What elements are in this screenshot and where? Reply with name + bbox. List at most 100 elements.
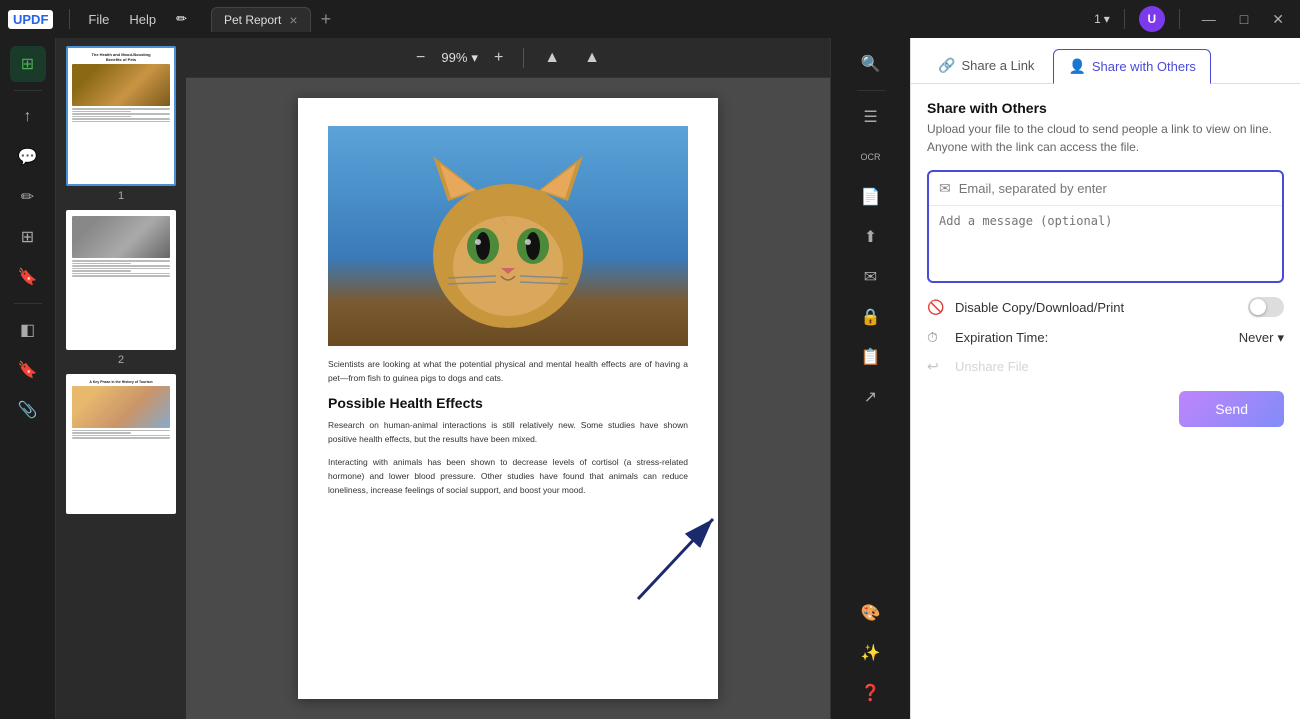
left-sidebar: ⊞ ↑ 💬 ✏ ⊞ 🔖 ◧ 🔖 📎 bbox=[0, 38, 56, 719]
titlebar-divider2 bbox=[1124, 9, 1125, 29]
arrow-overlay bbox=[628, 499, 748, 619]
page-indicator[interactable]: 1 ▾ bbox=[1094, 12, 1110, 26]
right-ocr-icon[interactable]: OCR bbox=[853, 139, 889, 175]
send-button[interactable]: Send bbox=[1179, 391, 1284, 427]
right-convert-icon[interactable]: 📄 bbox=[853, 179, 889, 215]
thumbnail-page-1[interactable]: The Health and Mood-BoostingBenefits of … bbox=[64, 46, 178, 202]
user-avatar[interactable]: U bbox=[1139, 6, 1165, 32]
zoom-display: 99% ▾ bbox=[441, 50, 478, 66]
thumb-label-1: 1 bbox=[118, 190, 124, 202]
share-link-label: Share a Link bbox=[961, 58, 1034, 73]
minimize-btn[interactable]: — bbox=[1194, 9, 1224, 29]
zoom-out-btn[interactable]: − bbox=[408, 45, 433, 71]
disable-toggle[interactable] bbox=[1248, 297, 1284, 317]
titlebar-right: 1 ▾ U — □ ✕ bbox=[1094, 6, 1292, 32]
thumb-img-3: A Key Phase in the History of Tourism bbox=[66, 374, 176, 514]
pdf-content[interactable]: Scientists are looking at what the poten… bbox=[186, 78, 830, 719]
pet-report-tab[interactable]: Pet Report × bbox=[211, 7, 311, 32]
file-menu[interactable]: File bbox=[80, 8, 117, 31]
right-color-icon[interactable]: 🎨 bbox=[853, 595, 889, 631]
sidebar-comment-icon[interactable]: 💬 bbox=[10, 139, 46, 175]
right-help-icon[interactable]: ❓ bbox=[853, 675, 889, 711]
share-link-tab[interactable]: 🔗 Share a Link bbox=[923, 48, 1049, 83]
sidebar-bookmark2-icon[interactable]: 🔖 bbox=[10, 352, 46, 388]
sidebar-edit-icon[interactable]: ✏ bbox=[10, 179, 46, 215]
new-tab-btn[interactable]: + bbox=[315, 7, 338, 32]
pdf-page: Scientists are looking at what the poten… bbox=[298, 98, 718, 699]
thumb-img-2 bbox=[66, 210, 176, 350]
close-btn[interactable]: ✕ bbox=[1264, 9, 1292, 30]
app-logo[interactable]: UPDF bbox=[8, 10, 53, 29]
right-search-icon[interactable]: 🔍 bbox=[853, 46, 889, 82]
thumb-cat-img bbox=[72, 64, 170, 106]
titlebar: UPDF File Help ✏ Pet Report × + 1 ▾ U — … bbox=[0, 0, 1300, 38]
share-description: Upload your file to the cloud to send pe… bbox=[927, 120, 1284, 156]
email-row: ✉ bbox=[929, 172, 1282, 206]
right-security-icon[interactable]: 🔒 bbox=[853, 299, 889, 335]
disable-icon: 🚫 bbox=[927, 299, 947, 316]
message-textarea[interactable] bbox=[929, 206, 1282, 276]
nav-all-btn[interactable]: ▲ bbox=[576, 45, 608, 71]
help-menu[interactable]: Help bbox=[121, 8, 164, 31]
thumb-cats-img bbox=[72, 216, 170, 258]
expiry-label: Expiration Time: bbox=[955, 330, 1231, 345]
sidebar-sep2 bbox=[14, 303, 42, 304]
right-sidebar: 🔍 ☰ OCR 📄 ⬆ ✉ 🔒 📋 ↗ 🎨 ✨ ❓ bbox=[830, 38, 910, 719]
thumb-label-2: 2 bbox=[118, 354, 124, 366]
share-others-label: Share with Others bbox=[1092, 59, 1196, 74]
pdf-body-text-3: Interacting with animals has been shown … bbox=[328, 456, 688, 497]
right-ai-icon[interactable]: ✨ bbox=[853, 635, 889, 671]
email-input-container: ✉ bbox=[927, 170, 1284, 283]
thumb-content-1: The Health and Mood-BoostingBenefits of … bbox=[72, 52, 170, 180]
share-others-tab[interactable]: 👤 Share with Others bbox=[1053, 49, 1210, 84]
share-title: Share with Others bbox=[927, 100, 1284, 116]
pdf-body-text-1: Scientists are looking at what the poten… bbox=[328, 358, 688, 385]
share-others-icon: 👤 bbox=[1068, 58, 1085, 75]
right-stamp-icon[interactable]: 📋 bbox=[853, 339, 889, 375]
thumb-city-img bbox=[72, 386, 170, 428]
thumbnail-page-3[interactable]: A Key Phase in the History of Tourism bbox=[64, 374, 178, 518]
titlebar-divider3 bbox=[1179, 9, 1180, 29]
send-btn-row: Send bbox=[927, 391, 1284, 427]
tab-close-btn[interactable]: × bbox=[289, 13, 297, 27]
pdf-toolbar: − 99% ▾ + ▲ ▲ bbox=[186, 38, 830, 78]
sidebar-paperclip-icon[interactable]: 📎 bbox=[10, 392, 46, 428]
disable-label: Disable Copy/Download/Print bbox=[955, 300, 1240, 315]
right-compress-icon[interactable]: ⬆ bbox=[853, 219, 889, 255]
sidebar-sep1 bbox=[14, 90, 42, 91]
titlebar-divider bbox=[69, 9, 70, 29]
toolbar-sep bbox=[523, 48, 524, 68]
expiry-value[interactable]: Never ▾ bbox=[1239, 330, 1284, 346]
unshare-icon: ↩ bbox=[927, 358, 947, 375]
thumbnail-page-2[interactable]: 2 bbox=[64, 210, 178, 366]
share-panel: 🔗 Share a Link 👤 Share with Others Share… bbox=[910, 38, 1300, 719]
sidebar-upload-icon[interactable]: ↑ bbox=[10, 99, 46, 135]
edit-mode-btn[interactable]: ✏ bbox=[168, 7, 195, 31]
tab-area: Pet Report × + bbox=[211, 7, 1090, 32]
email-icon: ✉ bbox=[939, 180, 951, 197]
tab-title: Pet Report bbox=[224, 13, 281, 27]
pdf-viewer: − 99% ▾ + ▲ ▲ bbox=[186, 38, 830, 719]
nav-up-btn[interactable]: ▲ bbox=[536, 45, 568, 71]
sidebar-grid-icon[interactable]: ⊞ bbox=[10, 46, 46, 82]
zoom-in-btn[interactable]: + bbox=[486, 45, 511, 71]
sidebar-bookmark-icon[interactable]: 🔖 bbox=[10, 259, 46, 295]
share-content: Share with Others Upload your file to th… bbox=[911, 84, 1300, 719]
pdf-heading-1: Possible Health Effects bbox=[328, 395, 688, 411]
unshare-label: Unshare File bbox=[955, 359, 1284, 374]
sidebar-table-icon[interactable]: ⊞ bbox=[10, 219, 46, 255]
share-tabs: 🔗 Share a Link 👤 Share with Others bbox=[911, 38, 1300, 84]
sidebar-layers-icon[interactable]: ◧ bbox=[10, 312, 46, 348]
main-layout: ⊞ ↑ 💬 ✏ ⊞ 🔖 ◧ 🔖 📎 The Health and Mood-Bo… bbox=[0, 38, 1300, 719]
right-list-icon[interactable]: ☰ bbox=[853, 99, 889, 135]
options-section: 🚫 Disable Copy/Download/Print ⏱ Expirati… bbox=[927, 297, 1284, 375]
right-share-icon[interactable]: ↗ bbox=[853, 379, 889, 415]
maximize-btn[interactable]: □ bbox=[1232, 9, 1256, 29]
right-mail-icon[interactable]: ✉ bbox=[853, 259, 889, 295]
email-input[interactable] bbox=[959, 181, 1272, 196]
share-link-icon: 🔗 bbox=[938, 57, 955, 74]
cat-svg bbox=[418, 146, 598, 336]
thumbnail-panel: The Health and Mood-BoostingBenefits of … bbox=[56, 38, 186, 719]
thumb-content-3: A Key Phase in the History of Tourism bbox=[72, 380, 170, 508]
pdf-body-text-2: Research on human-animal interactions is… bbox=[328, 419, 688, 446]
